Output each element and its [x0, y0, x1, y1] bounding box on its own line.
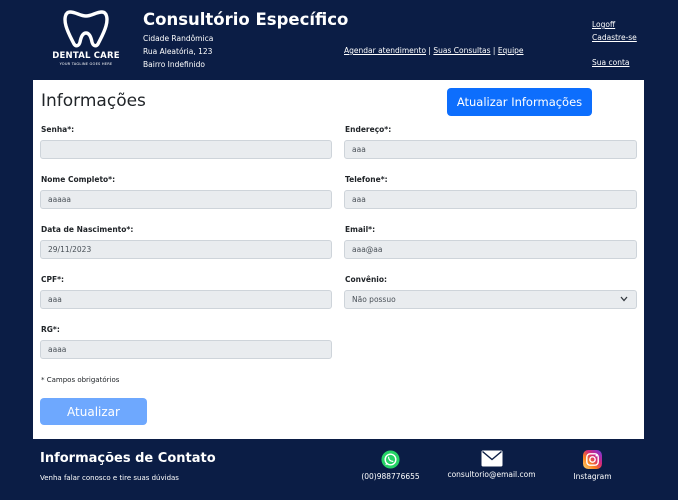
cpf-label: CPF*: — [41, 275, 65, 284]
email-address: consultorio@email.com — [447, 470, 536, 479]
insurance-selected-value: Não possuo — [352, 295, 396, 304]
address-street: Rua Aleatória, 123 — [143, 47, 213, 56]
insurance-label: Convênio: — [345, 275, 388, 284]
contact-subtitle: Venha falar conosco e tire suas dúvidas — [40, 474, 179, 482]
address-district: Bairro Indefinido — [143, 60, 205, 69]
email-field[interactable]: aaa@aa — [344, 240, 637, 259]
whatsapp-icon — [381, 450, 400, 469]
nav-link-schedule[interactable]: Agendar atendimento — [344, 46, 426, 55]
clinic-name: Consultório Específico — [143, 10, 349, 29]
required-fields-note: * Campos obrigatórios — [41, 376, 120, 384]
my-account-link[interactable]: Sua conta — [592, 58, 630, 67]
chevron-down-icon — [620, 296, 628, 302]
nav-link-consultations[interactable]: Suas Consultas — [433, 46, 490, 55]
contact-email[interactable]: consultorio@email.com — [444, 450, 539, 479]
main-nav: Agendar atendimento | Suas Consultas | E… — [344, 46, 524, 55]
contact-instagram[interactable]: Instagram — [565, 450, 620, 481]
page-title: Informações — [41, 91, 146, 111]
contact-title: Informações de Contato — [40, 451, 216, 466]
site-header: DENTAL CARE YOUR TAGLINE GOES HERE Consu… — [0, 0, 678, 79]
tooth-logo-icon — [63, 10, 109, 48]
address-label: Endereço*: — [345, 125, 392, 134]
instagram-icon — [583, 450, 602, 469]
nav-separator: | — [490, 46, 498, 55]
phone-label: Telefone*: — [345, 175, 388, 184]
update-info-button[interactable]: Atualizar Informações — [447, 88, 592, 116]
phone-number: (00)988776655 — [361, 472, 420, 481]
address-city: Cidade Randômica — [143, 34, 214, 43]
signup-link[interactable]: Cadastre-se — [592, 33, 637, 42]
submit-update-button[interactable]: Atualizar — [40, 398, 147, 425]
rg-label: RG*: — [41, 325, 60, 334]
logo-text: DENTAL CARE — [52, 51, 120, 61]
logoff-link[interactable]: Logoff — [592, 20, 615, 29]
instagram-label: Instagram — [573, 472, 612, 481]
contact-whatsapp[interactable]: (00)988776655 — [358, 450, 423, 481]
birth-date-field[interactable]: 29/11/2023 — [40, 240, 332, 259]
address-field[interactable]: aaa — [344, 140, 637, 159]
phone-field[interactable]: aaa — [344, 190, 637, 209]
cpf-field[interactable]: aaa — [40, 290, 332, 309]
envelope-icon — [481, 450, 502, 467]
password-field[interactable] — [40, 140, 332, 159]
rg-field[interactable]: aaaa — [40, 340, 332, 359]
full-name-field[interactable]: aaaaa — [40, 190, 332, 209]
dental-care-logo[interactable]: DENTAL CARE YOUR TAGLINE GOES HERE — [44, 8, 128, 72]
full-name-label: Nome Completo*: — [41, 175, 116, 184]
password-label: Senha*: — [41, 125, 75, 134]
insurance-select[interactable]: Não possuo — [344, 290, 637, 309]
birth-date-label: Data de Nascimento*: — [41, 225, 134, 234]
email-label: Email*: — [345, 225, 376, 234]
logo-tagline: YOUR TAGLINE GOES HERE — [59, 62, 113, 66]
info-panel: Informações Atualizar Informações Senha*… — [33, 80, 644, 439]
nav-link-team[interactable]: Equipe — [498, 46, 524, 55]
